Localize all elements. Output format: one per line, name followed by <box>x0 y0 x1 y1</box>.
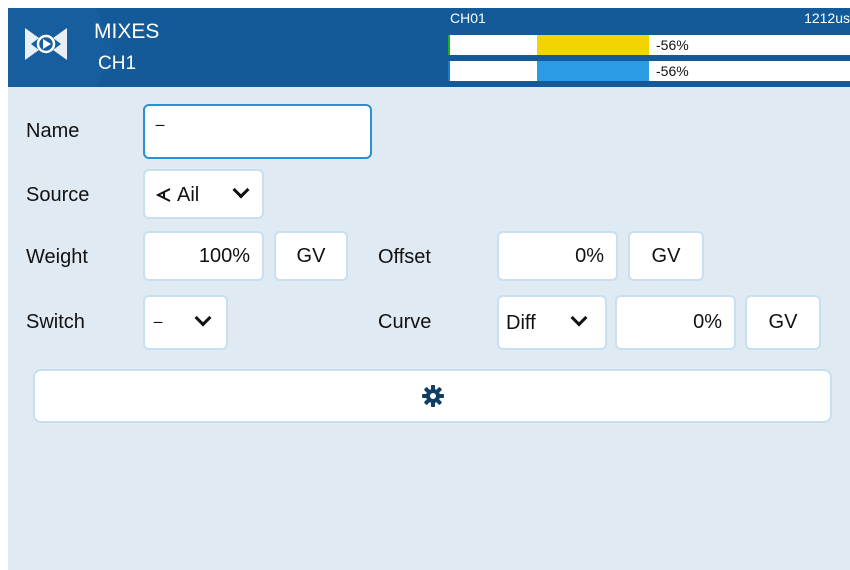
chevron-down-icon <box>232 181 250 199</box>
switch-select[interactable]: --- <box>143 295 228 350</box>
channel-label: CH01 <box>450 10 486 26</box>
weight-label: Weight <box>26 246 88 268</box>
mix-bar: -56% <box>448 61 850 81</box>
output-bar-fill <box>537 35 649 55</box>
switch-label: Switch <box>26 311 85 333</box>
app-logo-button[interactable] <box>8 8 114 87</box>
mix-settings-button[interactable] <box>33 369 832 423</box>
channel-us: 1212us <box>804 10 850 26</box>
source-select[interactable]: Ail <box>143 169 264 219</box>
stick-icon <box>155 188 171 202</box>
name-value: --- <box>155 116 165 132</box>
source-value: Ail <box>177 184 200 206</box>
output-bar: -56% <box>448 35 850 55</box>
curve-type-value: Diff <box>506 312 536 334</box>
screen: MIXES CH1 CH01 1212us -56% -56% Name ---… <box>8 8 850 570</box>
curve-label: Curve <box>378 311 432 333</box>
weight-gv-button[interactable]: GV <box>274 231 348 281</box>
gear-icon <box>422 385 444 407</box>
page-subtitle: CH1 <box>98 53 137 74</box>
offset-input[interactable]: 0% <box>497 231 618 281</box>
name-label: Name <box>26 120 80 142</box>
weight-input[interactable]: 100% <box>143 231 264 281</box>
chevron-down-icon <box>194 309 212 327</box>
chevron-down-icon <box>570 309 588 327</box>
page-title: MIXES <box>94 20 160 43</box>
header-bar: MIXES CH1 CH01 1212us -56% -56% <box>8 8 850 87</box>
offset-gv-button[interactable]: GV <box>628 231 704 281</box>
name-input[interactable]: --- <box>143 104 372 159</box>
source-label: Source <box>26 184 90 206</box>
curve-type-select[interactable]: Diff <box>497 295 607 350</box>
mix-bar-value: -56% <box>656 63 689 79</box>
curve-gv-button[interactable]: GV <box>745 295 821 350</box>
output-bar-value: -56% <box>656 37 689 53</box>
mix-bar-fill <box>537 61 649 81</box>
switch-value: --- <box>153 313 163 329</box>
curve-value-input[interactable]: 0% <box>615 295 736 350</box>
mixer-logo-icon <box>25 28 67 60</box>
offset-label: Offset <box>378 246 431 268</box>
